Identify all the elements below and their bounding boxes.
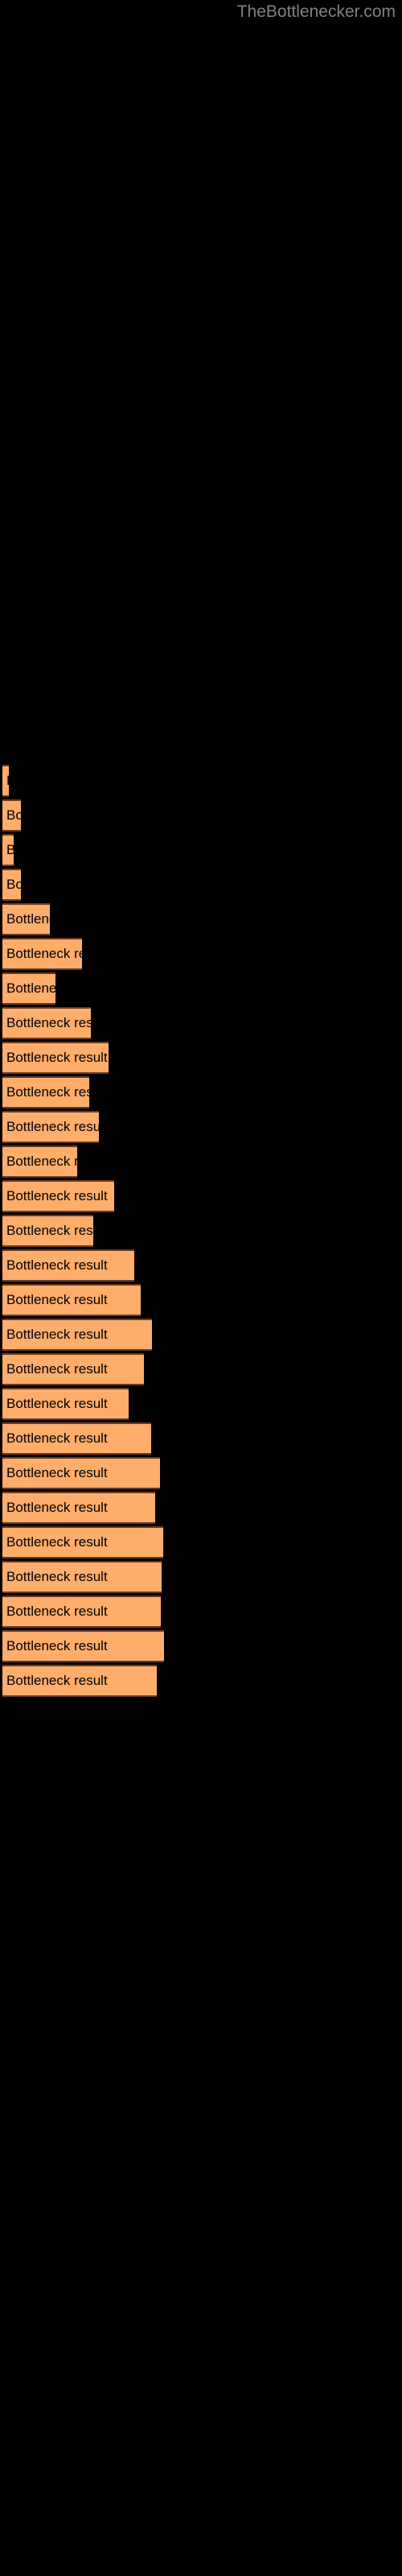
bar-label: Bottleneck result [6, 1396, 108, 1411]
bar[interactable]: Bottleneck result [2, 869, 21, 901]
bar[interactable]: Bottleneck result [2, 1319, 152, 1351]
bar-label: Bottleneck result [6, 836, 14, 865]
bar[interactable]: Bottleneck result [2, 1180, 114, 1212]
bar-label: Bottleneck result [6, 1223, 93, 1238]
bar[interactable]: Bottleneck result [2, 1665, 157, 1697]
bar[interactable]: Bottleneck result [2, 1561, 162, 1593]
bar-label: Bottleneck result [6, 766, 9, 795]
bottleneck-bar-chart: Bottleneck result Bottleneck result Bottle… [0, 0, 402, 2576]
bar-label: Bottleneck result [6, 877, 21, 892]
bar[interactable]: Bottleneck result [2, 799, 21, 832]
bar[interactable]: Bottleneck result [2, 1388, 129, 1420]
bar[interactable]: Bottleneck result [2, 1596, 161, 1628]
bar[interactable]: Bottleneck result [2, 1422, 151, 1455]
bar-label: Bottleneck result [6, 1015, 91, 1030]
bar-label: Bottleneck result [6, 1569, 108, 1584]
bar-label: Bottleneck result [6, 1361, 108, 1377]
bar-label: Bottleneck result [6, 1673, 108, 1688]
bar-row: Bottleneck result [0, 1042, 402, 1074]
bar-row: Bottleneck result [0, 834, 402, 866]
bar-label: Bottleneck result [6, 1257, 108, 1273]
bar-row: Bottleneck result [0, 1319, 402, 1351]
bar[interactable]: Bottleneck result [2, 1111, 99, 1143]
bar[interactable]: Bottleneck result [2, 834, 14, 866]
bar[interactable]: Bottleneck result [2, 1630, 164, 1662]
bar-row: Bottleneck result [0, 1388, 402, 1420]
bar-row: Bottleneck result [0, 1353, 402, 1385]
bar-label: Bottleneck result [6, 1500, 108, 1515]
bar-row: Bottleneck result [0, 1596, 402, 1628]
bar-label: Bottleneck result [6, 911, 50, 927]
bar[interactable]: Bottleneck result [2, 1457, 160, 1489]
bar-label: Bottleneck result [6, 1534, 108, 1550]
bar-row: Bottleneck result [0, 1630, 402, 1662]
bar-row: Bottleneck result [0, 938, 402, 970]
bar-row: Bottleneck result [0, 765, 402, 797]
bar-label: Bottleneck result [6, 1119, 99, 1134]
bar-row: Bottleneck result [0, 1180, 402, 1212]
bar[interactable]: Bottleneck result [2, 1492, 155, 1524]
bar[interactable]: Bottleneck result [2, 1076, 89, 1108]
bar[interactable]: Bottleneck result [2, 1249, 134, 1282]
bar[interactable]: Bottleneck result [2, 1526, 163, 1558]
bar[interactable]: Bottleneck result [2, 938, 82, 970]
bar-row: Bottleneck result [0, 1146, 402, 1178]
bar[interactable]: Bottleneck result [2, 1284, 141, 1316]
bar[interactable]: Bottleneck result [2, 972, 55, 1005]
bar-row: Bottleneck result [0, 903, 402, 935]
bar[interactable]: Bottleneck result [2, 765, 9, 797]
bar-row: Bottleneck result [0, 1561, 402, 1593]
bar[interactable]: Bottleneck result [2, 1353, 144, 1385]
bar-label: Bottleneck result [6, 1084, 89, 1100]
bar-label: Bottleneck result [6, 1638, 108, 1653]
bar-label: Bottleneck result [6, 946, 82, 961]
bar-row: Bottleneck result [0, 1422, 402, 1455]
bar[interactable]: Bottleneck result [2, 1146, 77, 1178]
bar-label: Bottleneck result [6, 1050, 108, 1065]
bar-row: Bottleneck result [0, 1215, 402, 1247]
bar[interactable]: Bottleneck result [2, 903, 50, 935]
bar-row: Bottleneck result [0, 972, 402, 1005]
bar-label: Bottleneck result [6, 1430, 108, 1446]
bar-row: Bottleneck result [0, 799, 402, 832]
bar-row: Bottleneck result [0, 1284, 402, 1316]
bar-row: Bottleneck result [0, 1526, 402, 1558]
bar-row: Bottleneck result [0, 1665, 402, 1697]
bar[interactable]: Bottleneck result [2, 1215, 93, 1247]
bar-label: Bottleneck result [6, 1604, 108, 1619]
bar-label: Bottleneck result [6, 1327, 108, 1342]
bar[interactable]: Bottleneck result [2, 1007, 91, 1039]
bar-label: Bottleneck result [6, 1154, 77, 1169]
bar-label: Bottleneck result [6, 807, 21, 823]
bar[interactable]: Bottleneck result [2, 1042, 109, 1074]
bar-row: Bottleneck result [0, 869, 402, 901]
bar-row: Bottleneck result [0, 1076, 402, 1108]
bar-label: Bottleneck result [6, 980, 55, 996]
bar-row: Bottleneck result [0, 1249, 402, 1282]
bar-label: Bottleneck result [6, 1292, 108, 1307]
bar-row: Bottleneck result [0, 1007, 402, 1039]
bar-row: Bottleneck result [0, 1457, 402, 1489]
bar-label: Bottleneck result [6, 1188, 108, 1203]
bar-row: Bottleneck result [0, 1111, 402, 1143]
bar-label: Bottleneck result [6, 1465, 108, 1480]
bar-row: Bottleneck result [0, 1492, 402, 1524]
